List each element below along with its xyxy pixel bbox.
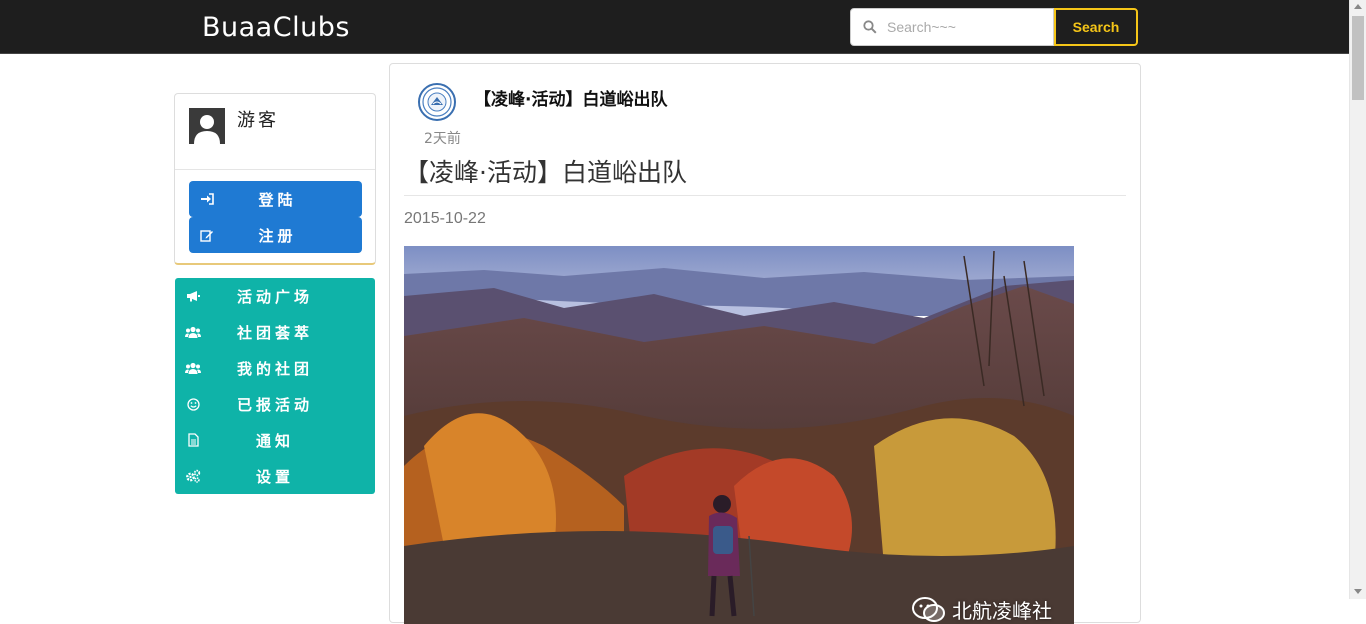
card-divider bbox=[175, 169, 375, 170]
sidebar-item-label: 活动广场 bbox=[236, 287, 313, 306]
sidebar-item-label: 我的社团 bbox=[236, 359, 313, 378]
users-icon bbox=[175, 362, 211, 374]
sidebar-item-activity-square[interactable]: 活动广场 bbox=[175, 278, 375, 314]
users-icon bbox=[175, 326, 211, 338]
search-input[interactable] bbox=[887, 19, 1037, 35]
post-divider bbox=[404, 195, 1126, 196]
post-title: 【凌峰·活动】白道峪出队 bbox=[404, 158, 687, 187]
sidebar-item-registered-activities[interactable]: 已报活动 bbox=[175, 386, 375, 422]
search-button[interactable]: Search bbox=[1054, 8, 1138, 46]
scroll-thumb[interactable] bbox=[1352, 16, 1364, 100]
smile-icon bbox=[175, 397, 211, 411]
sidebar-nav: 活动广场 社团荟萃 我的社团 已报活动 通知 设置 bbox=[175, 278, 375, 494]
sidebar-item-club-gallery[interactable]: 社团荟萃 bbox=[175, 314, 375, 350]
sidebar-item-settings[interactable]: 设置 bbox=[175, 458, 375, 494]
edit-icon bbox=[189, 229, 225, 242]
image-watermark: 北航凌峰社 bbox=[912, 595, 1052, 624]
club-logo[interactable] bbox=[418, 83, 456, 121]
vertical-scrollbar[interactable] bbox=[1349, 0, 1366, 599]
login-label: 登陆 bbox=[258, 190, 297, 209]
gears-icon bbox=[175, 469, 211, 483]
file-icon bbox=[175, 433, 211, 447]
sidebar-item-label: 已报活动 bbox=[236, 395, 313, 414]
register-label: 注册 bbox=[258, 226, 297, 245]
search-field[interactable] bbox=[850, 8, 1054, 46]
post-image: 北航凌峰社 bbox=[404, 246, 1074, 624]
sign-in-icon bbox=[189, 193, 225, 205]
sidebar-item-label: 通知 bbox=[255, 431, 294, 450]
sidebar-item-label: 社团荟萃 bbox=[236, 323, 313, 342]
register-button[interactable]: 注册 bbox=[189, 217, 362, 253]
scroll-up-arrow[interactable] bbox=[1354, 4, 1362, 9]
user-card: 游客 登陆 注册 bbox=[174, 93, 376, 265]
scroll-down-arrow[interactable] bbox=[1354, 589, 1362, 594]
wechat-icon bbox=[912, 596, 945, 622]
search-icon bbox=[863, 20, 877, 34]
post-timestamp: 2天前 bbox=[424, 131, 461, 147]
post-card: 【凌峰·活动】白道峪出队 2天前 【凌峰·活动】白道峪出队 2015-10-22 bbox=[389, 63, 1141, 624]
user-silhouette-icon bbox=[189, 108, 225, 144]
post-date: 2015-10-22 bbox=[404, 210, 486, 227]
watermark-text: 北航凌峰社 bbox=[952, 599, 1052, 623]
avatar bbox=[189, 108, 225, 144]
brand-logo[interactable]: BuaaClubs bbox=[202, 12, 350, 43]
login-button[interactable]: 登陆 bbox=[189, 181, 362, 217]
username: 游客 bbox=[237, 110, 279, 131]
search-form: Search bbox=[850, 8, 1138, 46]
sidebar-item-my-clubs[interactable]: 我的社团 bbox=[175, 350, 375, 386]
sidebar-item-label: 设置 bbox=[255, 467, 294, 486]
sidebar-item-notifications[interactable]: 通知 bbox=[175, 422, 375, 458]
top-navbar: BuaaClubs Search bbox=[0, 0, 1349, 54]
bullhorn-icon bbox=[175, 290, 211, 302]
club-name[interactable]: 【凌峰·活动】白道峪出队 bbox=[474, 85, 667, 110]
